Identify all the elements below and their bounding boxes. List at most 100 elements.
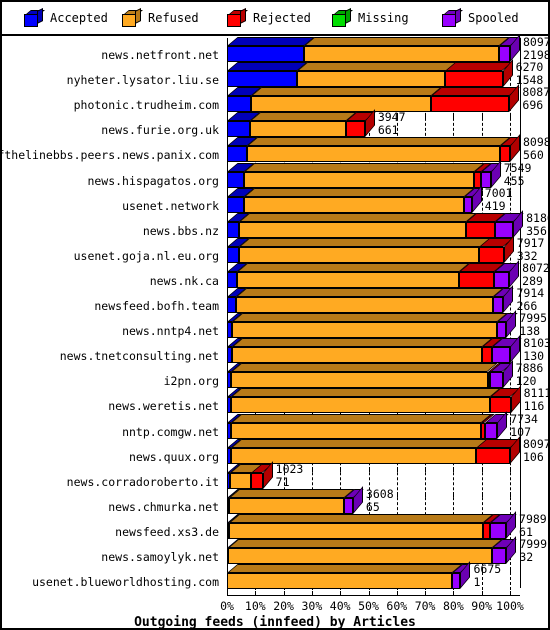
value-label-total: 7886 xyxy=(515,361,544,376)
bar-segment-refused xyxy=(243,171,474,188)
x-axis-tick xyxy=(396,591,398,596)
bar-segment-rejected xyxy=(466,221,495,238)
bar-segment-refused xyxy=(231,322,497,339)
value-label-accepted: 455 xyxy=(503,173,525,188)
category-label: nntp.comgw.net xyxy=(122,424,219,439)
bar-segment-refused xyxy=(296,71,446,88)
x-axis-tick xyxy=(481,591,483,596)
category-label: i2pn.org xyxy=(163,374,219,389)
x-axis-tick xyxy=(368,591,370,596)
bar-segment-refused xyxy=(228,548,492,564)
bar-segment-refused xyxy=(303,46,499,62)
bar-segment-accepted xyxy=(227,271,238,288)
bar-segment-top-refused xyxy=(239,212,478,222)
bar-segment-rejected xyxy=(431,96,510,113)
x-tick xyxy=(510,491,511,497)
value-label-total: 1023 xyxy=(275,461,304,476)
bar-segment-top-accepted xyxy=(227,62,308,72)
value-label-accepted: 661 xyxy=(377,123,399,138)
value-label-total: 3608 xyxy=(365,486,394,501)
x-axis-tick xyxy=(255,591,257,596)
legend-label: Spooled xyxy=(468,11,519,25)
bar-segment-rejected xyxy=(251,472,263,489)
category-label: news.furie.org.uk xyxy=(101,123,219,138)
bar-segment-top-refused xyxy=(251,87,442,97)
value-label-total: 7999 xyxy=(519,537,548,551)
value-label-accepted: 419 xyxy=(484,198,506,213)
bar-segment-accepted xyxy=(227,171,244,188)
category-label: news.bbs.nz xyxy=(142,223,219,238)
category-label: usenet.network xyxy=(122,198,219,213)
legend-label: Accepted xyxy=(50,11,108,25)
bar-segment-top-refused xyxy=(230,388,501,398)
bar-segment-top-refused xyxy=(231,363,499,373)
bar-segment-refused xyxy=(231,372,488,389)
value-label-accepted: 107 xyxy=(510,424,532,439)
bar-segment-accepted xyxy=(227,196,244,213)
category-label: news.quux.org xyxy=(128,449,219,464)
bar-segment-top-refused xyxy=(237,262,470,272)
bar-segment-top-refused xyxy=(230,438,488,448)
category-label: news.samoylyk.net xyxy=(101,550,219,564)
cube-icon xyxy=(227,7,248,27)
bar-segment-accepted xyxy=(227,121,251,138)
x-tick xyxy=(425,466,427,472)
x-tick xyxy=(311,466,313,472)
category-label: news.tnetconsulting.net xyxy=(59,349,219,364)
bar-segment-spooled xyxy=(343,497,353,514)
bar-segment-refused xyxy=(230,422,482,439)
bar-segment-top-refused xyxy=(246,137,511,147)
bar-segment-refused xyxy=(243,196,465,213)
bar-segment-spooled xyxy=(484,422,498,439)
bar-segment-top-refused xyxy=(228,539,503,548)
x-tick xyxy=(510,115,511,121)
x-axis-tick xyxy=(227,591,228,596)
bar-segment-refused xyxy=(229,497,344,514)
bar-segment-accepted xyxy=(227,46,304,62)
bar-segment-top-refused xyxy=(243,162,485,172)
value-label-total: 7549 xyxy=(503,160,532,175)
legend-label: Refused xyxy=(148,11,199,25)
x-tick xyxy=(425,115,427,121)
cube-icon xyxy=(332,7,353,27)
value-label-total: 7734 xyxy=(510,411,538,426)
bar-segment-rejected xyxy=(482,522,490,539)
bar-segment-refused xyxy=(238,246,480,263)
x-tick xyxy=(481,115,483,121)
legend-item-refused: Refused xyxy=(122,7,199,27)
value-label-total: 8072 xyxy=(522,260,550,275)
value-label-total: 6270 xyxy=(515,60,544,75)
bar-segment-rejected xyxy=(481,347,492,364)
bar-segment-accepted xyxy=(227,146,247,163)
value-label-total: 7917 xyxy=(516,235,545,250)
category-label: newsfeed.bofh.team xyxy=(94,299,219,313)
value-label-total: 7995 xyxy=(519,311,548,326)
x-axis-tick xyxy=(340,591,342,596)
value-label-total: 3947 xyxy=(377,110,406,125)
x-tick xyxy=(481,491,483,497)
category-label: news.netfront.net xyxy=(101,48,219,62)
bar-segment-spooled xyxy=(493,297,504,313)
value-label-total: 6675 xyxy=(473,562,502,577)
bar-segment-top-refused xyxy=(229,513,494,523)
legend-item-accepted: Accepted xyxy=(24,7,108,27)
value-label-total: 8097 xyxy=(523,35,550,49)
bar-segment-top-refused xyxy=(227,564,463,574)
legend-label: Rejected xyxy=(253,11,311,25)
x-tick xyxy=(510,567,511,573)
value-label-total: 8098 xyxy=(523,135,550,150)
bar-segment-spooled xyxy=(491,347,511,364)
value-label-total: 7914 xyxy=(516,286,545,300)
value-label-total: 7001 xyxy=(484,185,513,200)
plot-area: news.netfront.net 8097 2198 nyheter.lysator… xyxy=(0,34,550,628)
bar-segment-accepted xyxy=(227,96,252,113)
x-axis-tick xyxy=(311,591,313,596)
legend-item-spooled: Spooled xyxy=(442,7,519,27)
category-label: endofthelinebbs.peers.news.panix.com xyxy=(0,148,219,163)
bar-segment-spooled xyxy=(464,196,472,213)
bar-segment-refused xyxy=(246,146,500,163)
bar-segment-top-refused xyxy=(250,112,357,122)
bar-segment-rejected xyxy=(445,71,503,88)
bar-segment-rejected xyxy=(479,246,504,263)
value-label-accepted: 71 xyxy=(275,474,290,489)
